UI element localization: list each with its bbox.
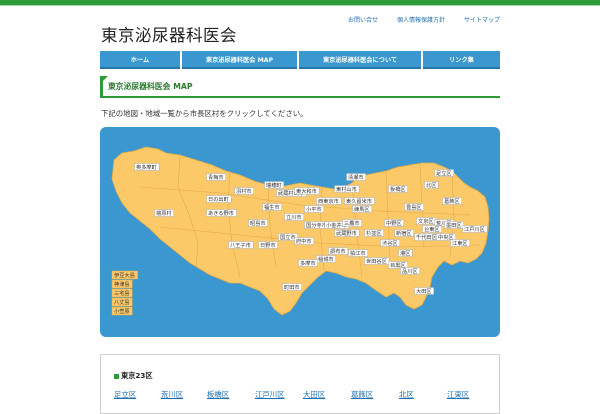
map-label[interactable]: 杉並区 — [366, 229, 382, 237]
contact-link[interactable]: お問い合せ — [348, 15, 378, 24]
ward-link[interactable]: 江東区 — [447, 389, 487, 400]
map-label[interactable]: 青梅市 — [208, 173, 224, 181]
map-label[interactable]: 多摩市 — [300, 259, 316, 267]
map-label[interactable]: 昭島市 — [250, 219, 266, 227]
list-title-square-icon — [114, 373, 119, 379]
ward-list-title: 東京23区 — [114, 371, 153, 381]
tokyo-map-svg[interactable]: 伊豆大島神津島三宅島八丈島小笠原 奥多摩町青梅市日の出町羽村市 瑞穂町檜原村 あきる… — [100, 127, 500, 337]
ward-link[interactable]: 荒川区 — [161, 389, 207, 400]
map-label[interactable]: あきる野市 — [208, 209, 234, 217]
ward-list-title-text: 東京23区 — [121, 371, 153, 380]
map-label[interactable]: 千代田区 — [416, 233, 437, 241]
island-label[interactable]: 神津島 — [114, 280, 130, 288]
global-nav: ホーム 東京泌尿器科医会 MAP 東京泌尿器科医会について リンク集 — [100, 51, 500, 69]
tokyo-map[interactable]: 伊豆大島 神津島 三宅島 八丈島 小笠原 奥多摩町青梅市日の出町 羽村市 瑞穂町檜原村 あきる… — [100, 127, 500, 337]
map-label[interactable]: 小平市 — [306, 205, 322, 213]
nav-links[interactable]: リンク集 — [423, 51, 500, 69]
ward-link[interactable]: 板橋区 — [207, 389, 255, 400]
map-label[interactable]: 日の出町 — [208, 195, 229, 203]
map-label[interactable]: 東久留米市 — [346, 197, 372, 205]
map-label[interactable]: 北区 — [426, 181, 436, 189]
map-label[interactable]: 葛飾区 — [444, 197, 460, 205]
site-title[interactable]: 東京泌尿器科医会 — [101, 22, 237, 46]
privacy-policy-link[interactable]: 個人情報保護方針 — [397, 15, 445, 24]
island-label[interactable]: 三宅島 — [114, 289, 130, 297]
ward-link[interactable]: 大田区 — [303, 389, 351, 400]
map-label[interactable]: 武蔵野市 — [336, 229, 357, 237]
map-label[interactable]: 三鷹市 — [344, 219, 360, 227]
map-label[interactable]: 西東京市 — [318, 197, 339, 205]
map-label[interactable]: 福生市 — [264, 203, 280, 211]
heading-underline — [100, 96, 500, 98]
map-label[interactable]: 檜原村 — [156, 209, 172, 217]
map-label[interactable]: 豊島区 — [406, 203, 422, 211]
map-label[interactable]: 奥多摩町 — [136, 163, 157, 171]
islands-legend: 伊豆大島神津島三宅島八丈島小笠原 — [111, 270, 138, 316]
map-label[interactable]: 瑞穂町 — [266, 181, 282, 189]
top-accent-line — [0, 5, 600, 6]
ward-list-box: 東京23区 足立区 荒川区 板橋区 江戸川区 大田区 葛飾区 北区 江東区 — [100, 354, 500, 414]
map-label[interactable]: 府中市 — [296, 237, 312, 245]
island-label[interactable]: 八丈島 — [114, 298, 130, 306]
island-label[interactable]: 伊豆大島 — [114, 271, 135, 279]
map-label[interactable]: 羽村市 — [236, 187, 252, 195]
map-label[interactable]: 調布市 — [330, 247, 346, 255]
map-label[interactable]: 世田谷区 — [366, 257, 387, 265]
intro-text: 下記の地図・地域一覧から市長区村をクリックしてください。 — [101, 109, 308, 118]
ward-link[interactable]: 北区 — [399, 389, 447, 400]
map-label[interactable]: 墨田区 — [446, 222, 462, 229]
map-label[interactable]: 足立区 — [436, 169, 452, 177]
map-label[interactable]: 国立市 — [280, 233, 296, 241]
map-label[interactable]: 練馬区 — [354, 205, 370, 213]
ward-link[interactable]: 足立区 — [114, 389, 161, 400]
map-label[interactable]: 新宿区 — [396, 229, 412, 237]
map-label[interactable]: 東大和市 — [296, 187, 317, 195]
map-label[interactable]: 清瀬市 — [348, 173, 364, 181]
map-label[interactable]: 大田区 — [416, 287, 432, 295]
nav-home[interactable]: ホーム — [100, 51, 180, 69]
map-label[interactable]: 品川区 — [402, 268, 418, 275]
map-label[interactable]: 港区 — [400, 249, 410, 257]
section-heading-text: 東京泌尿器科医会 MAP — [108, 82, 193, 91]
map-label[interactable]: 台東区 — [424, 225, 440, 233]
section-heading: 東京泌尿器科医会 MAP — [100, 76, 500, 98]
map-label[interactable]: 板橋区 — [390, 185, 406, 193]
nav-about[interactable]: 東京泌尿器科医会について — [299, 51, 421, 69]
map-label[interactable]: 狛江市 — [350, 249, 366, 257]
map-label[interactable]: 文京区 — [418, 217, 434, 225]
map-label[interactable]: 中野区 — [386, 219, 402, 227]
island-label[interactable]: 小笠原 — [114, 307, 130, 315]
map-label[interactable]: 国分寺市 — [306, 221, 327, 229]
map-label[interactable]: 東村山市 — [336, 185, 357, 193]
map-label[interactable]: 八王子市 — [230, 241, 251, 249]
utility-links: お問い合せ 個人情報保護方針 サイトマップ — [348, 15, 500, 24]
map-label[interactable]: 日野市 — [260, 241, 276, 249]
map-label[interactable]: 立川市 — [286, 213, 302, 221]
map-label[interactable]: 渋谷区 — [382, 239, 398, 247]
map-label[interactable]: 稲城市 — [318, 255, 334, 263]
ward-link[interactable]: 葛飾区 — [351, 389, 399, 400]
map-label[interactable]: 町田市 — [284, 283, 300, 291]
nav-map[interactable]: 東京泌尿器科医会 MAP — [182, 51, 297, 69]
ward-link[interactable]: 江戸川区 — [255, 389, 303, 400]
sitemap-link[interactable]: サイトマップ — [464, 15, 500, 24]
map-label[interactable]: 江戸川区 — [464, 226, 485, 233]
ward-links: 足立区 荒川区 板橋区 江戸川区 大田区 葛飾区 北区 江東区 — [114, 389, 487, 400]
map-label[interactable]: 江東区 — [452, 239, 468, 247]
